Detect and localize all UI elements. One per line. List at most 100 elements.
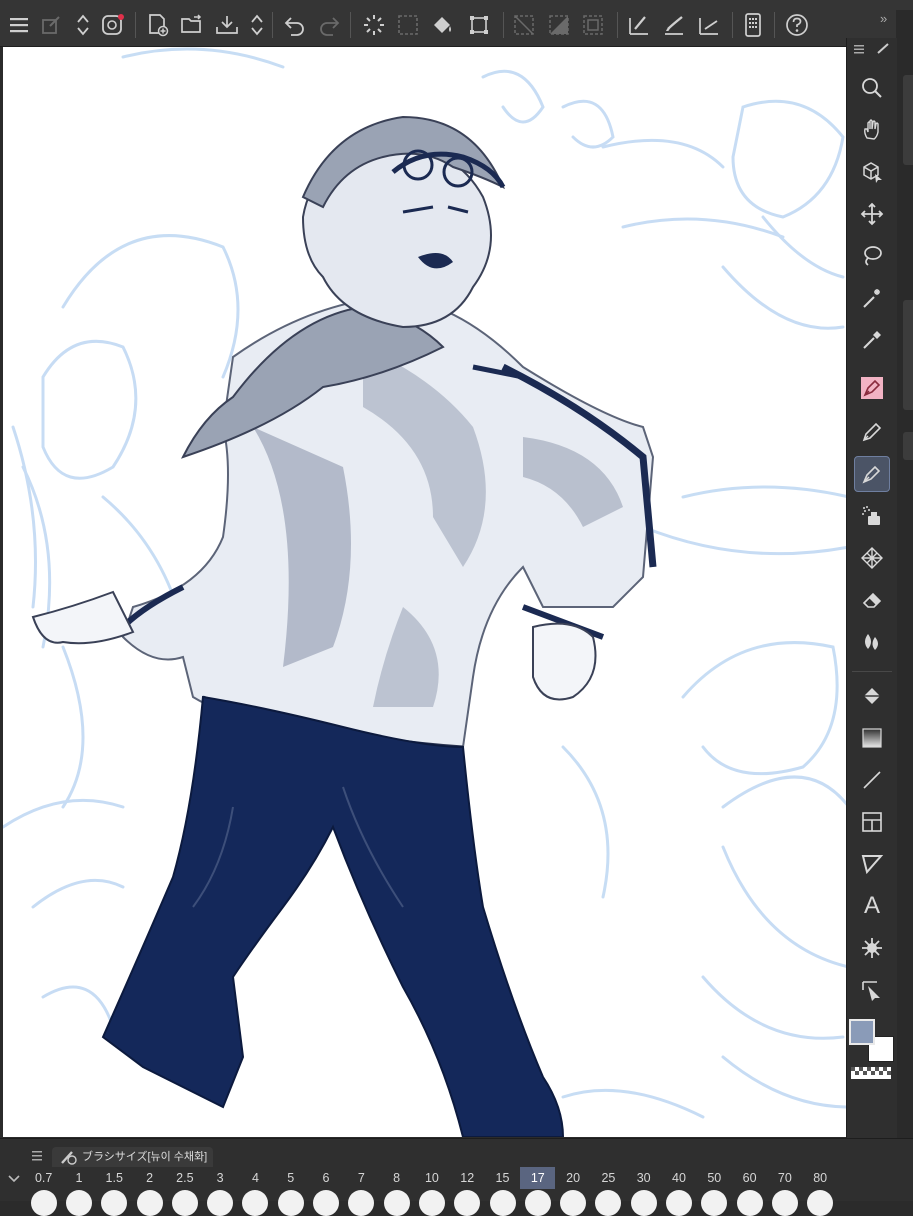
- sort-arrows-icon[interactable]: [70, 10, 96, 40]
- brush-size-option[interactable]: 80: [803, 1167, 838, 1189]
- brush-size-preview[interactable]: [732, 1190, 767, 1216]
- eyedropper-icon[interactable]: [854, 322, 890, 358]
- brush-size-option[interactable]: 7: [344, 1167, 379, 1189]
- pencil-icon[interactable]: [854, 414, 890, 450]
- eraser-icon[interactable]: [854, 582, 890, 618]
- brush-size-preview[interactable]: [238, 1190, 273, 1216]
- brush-icon[interactable]: [854, 456, 890, 492]
- drawing-canvas[interactable]: [0, 47, 846, 1137]
- brush-size-preview[interactable]: [520, 1190, 555, 1216]
- hand-icon[interactable]: [854, 112, 890, 148]
- brush-size-preview[interactable]: [626, 1190, 661, 1216]
- line-icon[interactable]: [854, 762, 890, 798]
- side-panel-tab[interactable]: [903, 432, 913, 460]
- save-arrows-icon[interactable]: [244, 10, 270, 40]
- loading-icon[interactable]: [361, 10, 387, 40]
- fill-icon[interactable]: [854, 678, 890, 714]
- brush-size-preview[interactable]: [202, 1190, 237, 1216]
- brush-size-option[interactable]: 15: [485, 1167, 520, 1189]
- select-all-icon[interactable]: [395, 10, 421, 40]
- brush-size-option[interactable]: 2.5: [167, 1167, 202, 1189]
- brush-size-preview[interactable]: [555, 1190, 590, 1216]
- brush-size-preview[interactable]: [803, 1190, 838, 1216]
- palette-menu-icon[interactable]: [852, 42, 892, 56]
- correct-line-icon[interactable]: [854, 930, 890, 966]
- speech-balloon-icon[interactable]: [854, 846, 890, 882]
- 3d-object-icon[interactable]: [854, 154, 890, 190]
- brush-size-option[interactable]: 70: [767, 1167, 802, 1189]
- lasso-icon[interactable]: [854, 238, 890, 274]
- brush-ruler-icon[interactable]: [661, 10, 687, 40]
- invert-selection-icon[interactable]: [546, 10, 572, 40]
- brush-size-preview[interactable]: [61, 1190, 96, 1216]
- ruler-pen-icon[interactable]: [626, 10, 652, 40]
- airbrush-icon[interactable]: [854, 498, 890, 534]
- brush-size-option[interactable]: 3: [202, 1167, 237, 1189]
- brush-size-option[interactable]: 40: [661, 1167, 696, 1189]
- open-folder-icon[interactable]: [180, 10, 206, 40]
- brush-size-option[interactable]: 50: [697, 1167, 732, 1189]
- blend-icon[interactable]: [854, 624, 890, 660]
- operation-icon[interactable]: [854, 972, 890, 1008]
- brush-size-preview[interactable]: [26, 1190, 61, 1216]
- decoration-icon[interactable]: [854, 540, 890, 576]
- brush-size-preview[interactable]: [450, 1190, 485, 1216]
- brush-size-option[interactable]: 4: [238, 1167, 273, 1189]
- help-icon[interactable]: [784, 10, 810, 40]
- brush-size-preview[interactable]: [591, 1190, 626, 1216]
- brush-palette-menu-icon[interactable]: [32, 1148, 44, 1166]
- side-panel-tab[interactable]: [903, 300, 913, 410]
- frame-icon[interactable]: [854, 804, 890, 840]
- undo-icon[interactable]: [282, 10, 308, 40]
- deselect-icon[interactable]: [511, 10, 537, 40]
- brush-size-preview[interactable]: [697, 1190, 732, 1216]
- move-icon[interactable]: [854, 196, 890, 232]
- brush-size-option[interactable]: 0.7: [26, 1167, 61, 1189]
- side-panel-tab[interactable]: [903, 75, 913, 165]
- brush-size-option[interactable]: 25: [591, 1167, 626, 1189]
- brush-size-preview[interactable]: [273, 1190, 308, 1216]
- brush-size-preview[interactable]: [485, 1190, 520, 1216]
- transform-layer-icon[interactable]: [38, 10, 64, 40]
- fill-icon[interactable]: [430, 10, 456, 40]
- collapse-chevron-icon[interactable]: [8, 1171, 20, 1189]
- brush-size-preview[interactable]: [661, 1190, 696, 1216]
- brush-size-preview[interactable]: [308, 1190, 343, 1216]
- search-icon[interactable]: [854, 70, 890, 106]
- brush-size-preview[interactable]: [379, 1190, 414, 1216]
- brush-size-option[interactable]: 5: [273, 1167, 308, 1189]
- collapse-panel-icon[interactable]: »: [880, 11, 887, 26]
- brush-size-option[interactable]: 10: [414, 1167, 449, 1189]
- brush-size-preview[interactable]: [97, 1190, 132, 1216]
- brush-size-option[interactable]: 20: [555, 1167, 590, 1189]
- main-color-swatch[interactable]: [849, 1019, 875, 1045]
- record-icon[interactable]: [100, 10, 126, 40]
- redo-icon[interactable]: [316, 10, 342, 40]
- brush-size-option[interactable]: 12: [450, 1167, 485, 1189]
- gradient-icon[interactable]: [854, 720, 890, 756]
- brush-size-option[interactable]: 30: [626, 1167, 661, 1189]
- brush-size-preview[interactable]: [132, 1190, 167, 1216]
- menu-icon[interactable]: [6, 10, 32, 40]
- brush-size-preview[interactable]: [414, 1190, 449, 1216]
- brush-size-option[interactable]: 1: [61, 1167, 96, 1189]
- brush-size-option[interactable]: 8: [379, 1167, 414, 1189]
- brush-size-option[interactable]: 1.5: [97, 1167, 132, 1189]
- brush-size-option[interactable]: 2: [132, 1167, 167, 1189]
- pen-icon[interactable]: [854, 370, 890, 406]
- transparent-color-swatch[interactable]: [850, 1066, 892, 1080]
- line-ruler-icon[interactable]: [696, 10, 722, 40]
- brush-size-option[interactable]: 60: [732, 1167, 767, 1189]
- magic-wand-icon[interactable]: [854, 280, 890, 316]
- brush-size-preview[interactable]: [167, 1190, 202, 1216]
- brush-size-preview[interactable]: [344, 1190, 379, 1216]
- brush-size-option[interactable]: 17: [520, 1167, 556, 1189]
- brush-size-preview[interactable]: [767, 1190, 802, 1216]
- selection-border-icon[interactable]: [580, 10, 606, 40]
- brush-size-tab[interactable]: ブラシサイズ[뉴이 수채화]: [52, 1147, 214, 1167]
- brush-size-option[interactable]: 6: [308, 1167, 343, 1189]
- crop-icon[interactable]: [466, 10, 492, 40]
- new-file-icon[interactable]: [145, 10, 171, 40]
- save-icon[interactable]: [214, 10, 240, 40]
- text-icon[interactable]: A: [854, 888, 890, 924]
